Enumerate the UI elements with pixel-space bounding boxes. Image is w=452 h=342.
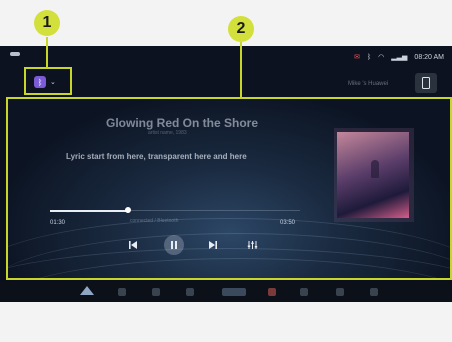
wifi-icon: ◠ bbox=[378, 54, 385, 61]
dock-climate-icon[interactable] bbox=[222, 288, 246, 296]
callout-1: 1 bbox=[34, 10, 60, 36]
message-icon: ✉ bbox=[354, 54, 360, 61]
home-indicator-icon bbox=[10, 52, 20, 56]
dock-app-icon[interactable] bbox=[268, 288, 276, 296]
source-selector-highlight bbox=[24, 67, 72, 95]
dock-app-icon[interactable] bbox=[336, 288, 344, 296]
signal-icon: ▂▃▅ bbox=[391, 54, 408, 61]
dock-app-icon[interactable] bbox=[186, 288, 194, 296]
phone-button[interactable] bbox=[415, 73, 437, 93]
media-area-highlight bbox=[6, 97, 452, 280]
callout-1-pointer bbox=[46, 37, 48, 67]
clock: 08:20 AM bbox=[414, 53, 444, 61]
connected-device-name: Mike 's Huawei bbox=[348, 81, 389, 87]
callout-2-pointer bbox=[240, 37, 242, 97]
dock-app-icon[interactable] bbox=[300, 288, 308, 296]
bluetooth-status-icon: ᛒ bbox=[366, 53, 372, 61]
callout-2: 2 bbox=[228, 16, 254, 42]
dock-app-icon[interactable] bbox=[152, 288, 160, 296]
dock-app-icon[interactable] bbox=[370, 288, 378, 296]
dock-home-icon[interactable] bbox=[80, 286, 94, 295]
status-bar: ✉ ᛒ ◠ ▂▃▅ 08:20 AM bbox=[354, 53, 444, 62]
dock-app-icon[interactable] bbox=[118, 288, 126, 296]
phone-icon bbox=[422, 77, 430, 89]
